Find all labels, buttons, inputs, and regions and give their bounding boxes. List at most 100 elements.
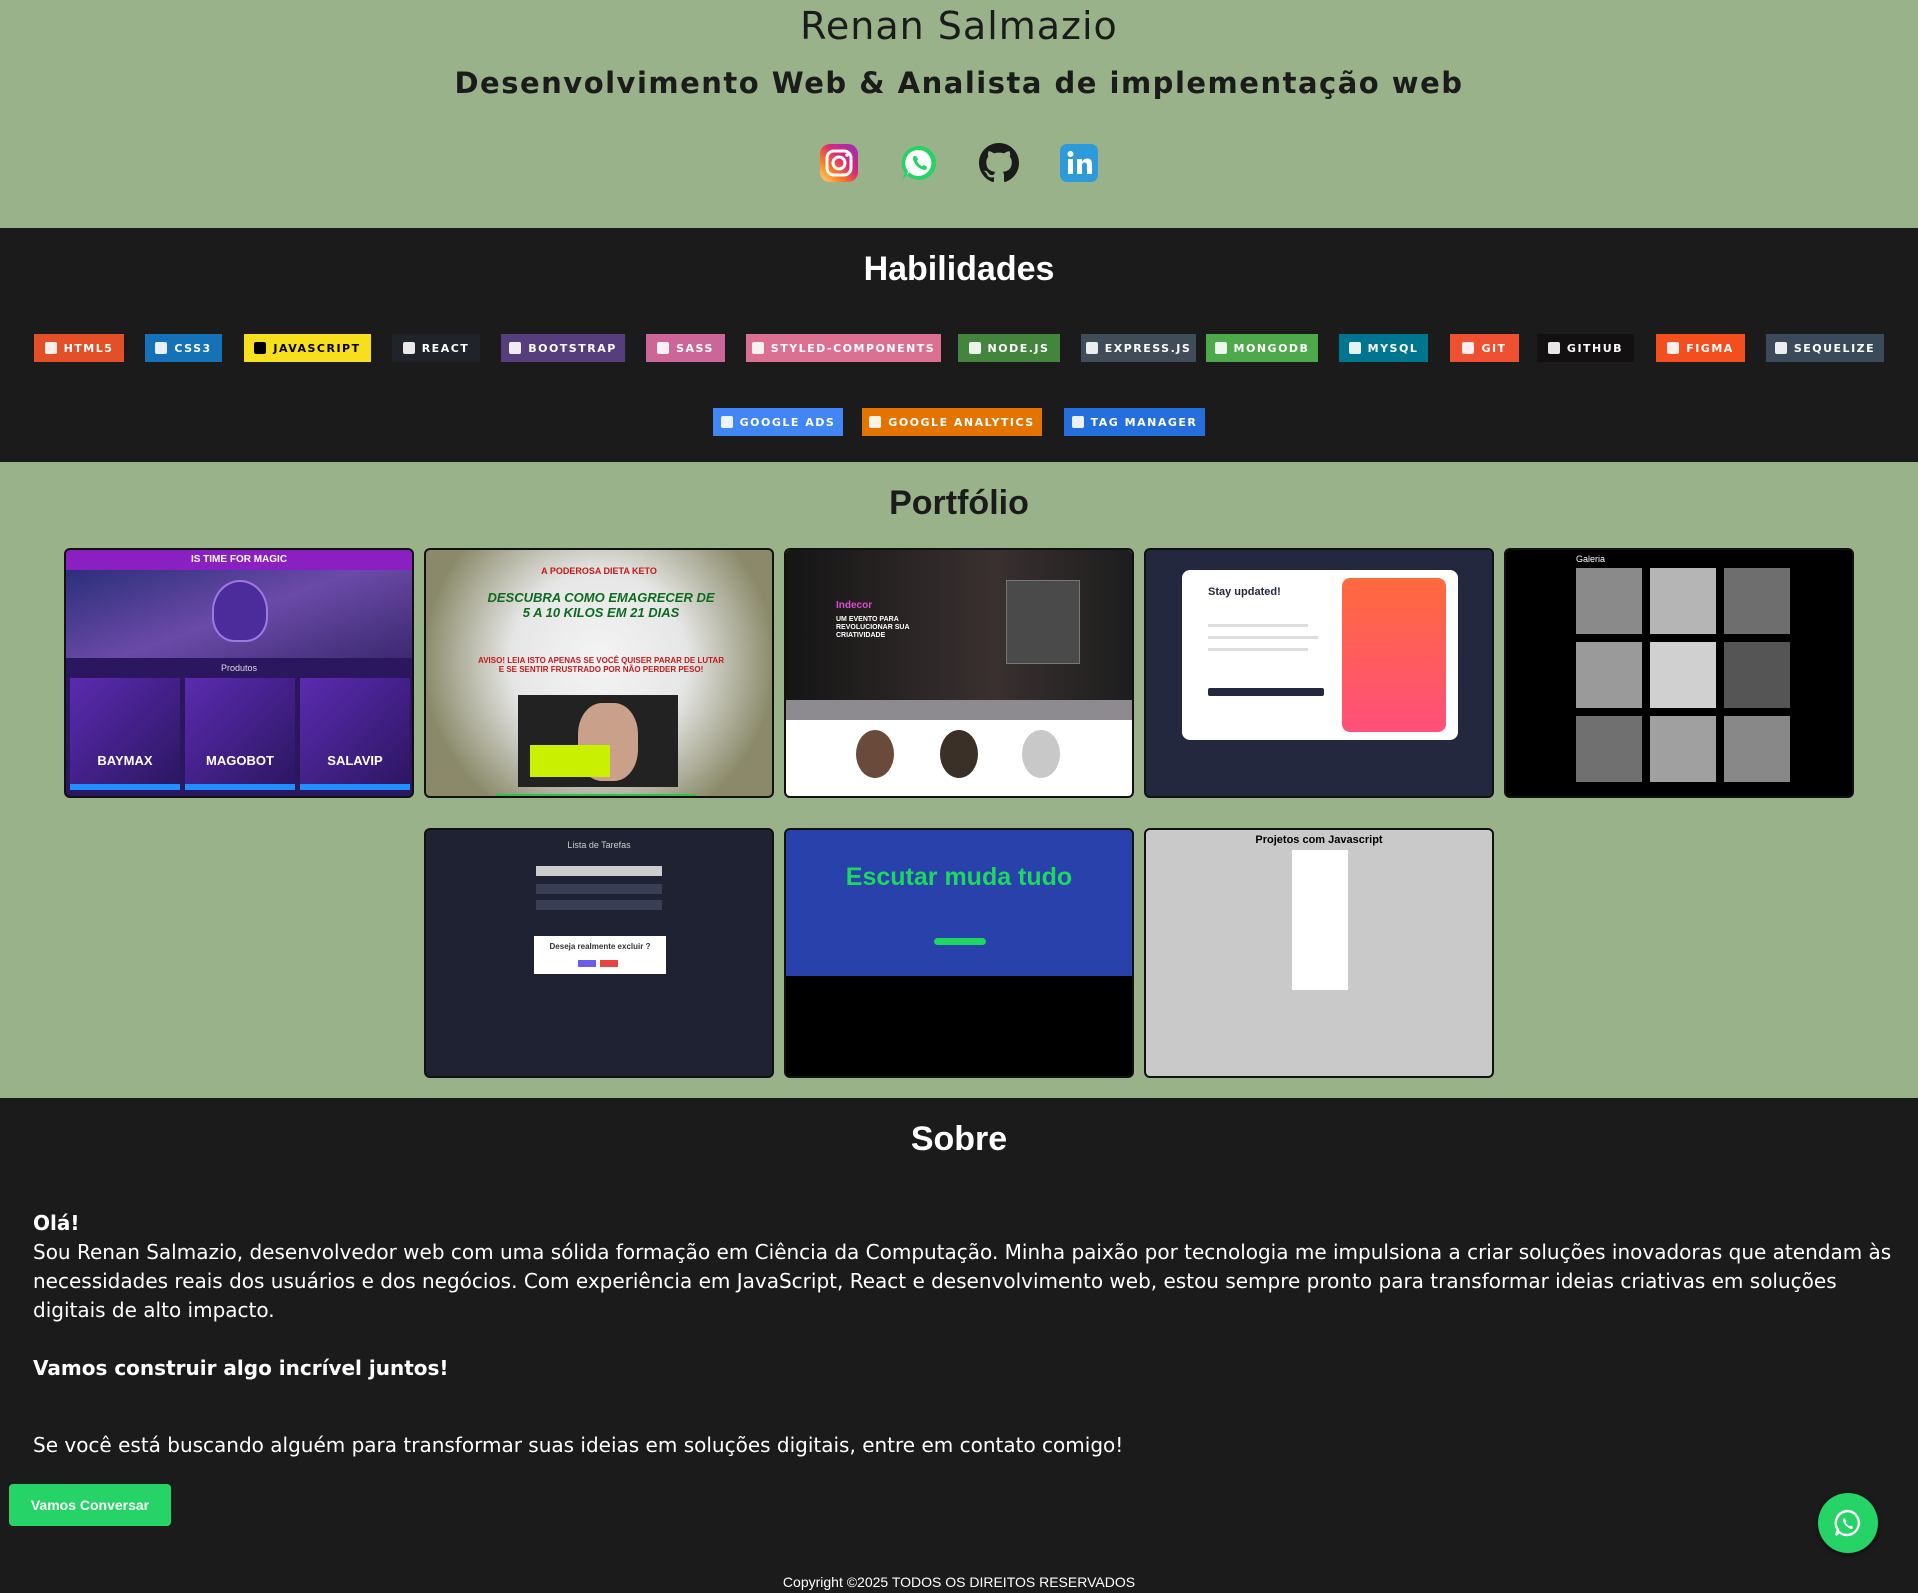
skill-badge-html5: HTML5: [34, 334, 124, 362]
skill-badge-react: REACT: [392, 334, 480, 362]
node-js-icon: [968, 342, 981, 354]
html5-icon: [44, 342, 57, 354]
google-ads-icon: [720, 416, 733, 428]
portfolio-title: Portfólio: [889, 484, 1029, 522]
skill-badge-label: JAVASCRIPT: [273, 341, 361, 355]
thumb-title: Lista de Tarefas: [567, 840, 631, 850]
thumb-title: Galeria: [1576, 554, 1606, 564]
tag-manager-icon: [1071, 416, 1084, 428]
about-contact: Se você está buscando alguém para transf…: [33, 1433, 1124, 1457]
thumb-hero: Escutar muda tudo: [786, 830, 1132, 976]
thumb-dialog: Deseja realmente excluir ?: [534, 936, 666, 974]
sass-icon: [657, 342, 670, 354]
thumb-gallery-grid: [1576, 568, 1790, 782]
about-section: Sobre Olá! Sou Renan Salmazio, desenvolv…: [0, 1098, 1918, 1593]
skill-badge-label: CSS3: [174, 341, 212, 355]
skill-badge-label: NODE.JS: [987, 341, 1050, 355]
whatsapp-link[interactable]: [899, 143, 939, 183]
skill-badge-label: GIT: [1481, 341, 1507, 355]
project-card-lista-de-tarefas[interactable]: Lista de Tarefas Deseja realmente exclui…: [424, 828, 774, 1078]
thumb-avatar-1: [856, 730, 894, 778]
project-card-projetos-javascript[interactable]: Projetos com Javascript: [1144, 828, 1494, 1078]
thumb-video: [518, 695, 678, 787]
product-tile-1: BAYMAX: [70, 678, 180, 790]
thumb-cta-bar: [496, 794, 696, 796]
skill-badge-label: HTML5: [63, 341, 114, 355]
about-tagline: Vamos construir algo incrível juntos!: [33, 1356, 449, 1380]
skill-badge-bootstrap: BOOTSTRAP: [501, 334, 625, 362]
skill-badge-label: STYLED-COMPONENTS: [770, 341, 936, 355]
github-icon: [979, 143, 1019, 183]
whatsapp-float-button[interactable]: [1818, 1493, 1878, 1553]
skill-badge-label: GOOGLE ANALYTICS: [888, 415, 1035, 429]
product-tile-3: SALAVIP: [300, 678, 410, 790]
github-icon: [1547, 342, 1560, 354]
skill-badge-label: SEQUELIZE: [1793, 341, 1876, 355]
skill-badge-figma: FIGMA: [1656, 334, 1745, 362]
git-icon: [1462, 342, 1475, 354]
css3-icon: [155, 342, 168, 354]
about-greeting: Olá!: [33, 1211, 80, 1235]
sequelize-icon: [1774, 342, 1787, 354]
skill-badge-label: MYSQL: [1367, 341, 1419, 355]
thumb-avatar-2: [940, 730, 978, 778]
skill-badge-git: GIT: [1450, 334, 1519, 362]
skill-badge-javascript: JAVASCRIPT: [244, 334, 371, 362]
skill-badge-label: SASS: [676, 341, 714, 355]
project-card-galeria[interactable]: Galeria: [1504, 548, 1854, 798]
javascript-icon: [254, 342, 267, 354]
skill-badge-tag-manager: TAG MANAGER: [1064, 408, 1205, 436]
linkedin-icon: [1060, 144, 1098, 182]
project-card-mago-dos-bits[interactable]: IS TIME FOR MAGIC Produtos BAYMAX MAGOBO…: [64, 548, 414, 798]
whatsapp-icon: [1834, 1509, 1861, 1537]
thumb-gray-band: [786, 700, 1132, 720]
thumb-warning: AVISO! LEIA ISTO APENAS SE VOCÊ QUISER P…: [478, 656, 724, 674]
skill-badge-mongodb: MONGODB: [1206, 334, 1318, 362]
portfolio-section: Portfólio IS TIME FOR MAGIC Produtos BAY…: [0, 462, 1918, 1098]
skill-badge-label: FIGMA: [1686, 341, 1734, 355]
project-card-indecor[interactable]: Indecor UM EVENTO PARA REVOLUCIONAR SUA …: [784, 548, 1134, 798]
instagram-icon: [820, 144, 858, 182]
thumb-banner: IS TIME FOR MAGIC: [66, 550, 412, 570]
github-link[interactable]: [979, 143, 1019, 183]
contact-button[interactable]: Vamos Conversar: [9, 1484, 171, 1526]
whatsapp-icon: [901, 145, 937, 180]
project-card-dieta-keto[interactable]: A PODEROSA DIETA KETO DESCUBRA COMO EMAG…: [424, 548, 774, 798]
skill-badge-label: GITHUB: [1566, 341, 1624, 355]
project-card-stay-updated[interactable]: Stay updated!: [1144, 548, 1494, 798]
thumb-hero: [66, 570, 412, 658]
skill-badge-express-js: EXPRESS.JS: [1081, 334, 1196, 362]
thumb-list: [1292, 850, 1348, 990]
skills-section: Habilidades HTML5 CSS3 JAVASCRIPT REACT BOOT…: [0, 228, 1918, 462]
about-intro: Sou Renan Salmazio, desenvolvedor web co…: [33, 1240, 1892, 1322]
social-links: [0, 143, 1918, 183]
product-tile-2: MAGOBOT: [185, 678, 295, 790]
mongodb-icon: [1214, 342, 1227, 354]
mysql-icon: [1348, 342, 1361, 354]
instagram-link[interactable]: [819, 143, 859, 183]
thumb-avatar-3: [1022, 730, 1060, 778]
skills-title: Habilidades: [863, 250, 1055, 288]
skill-badge-google-ads: GOOGLE ADS: [713, 408, 843, 436]
skill-badge-label: MONGODB: [1233, 341, 1310, 355]
skill-badge-label: BOOTSTRAP: [528, 341, 617, 355]
figma-icon: [1667, 342, 1680, 354]
thumb-banner: A PODEROSA DIETA KETO: [541, 566, 657, 576]
skill-badge-sequelize: SEQUELIZE: [1766, 334, 1884, 362]
copyright-text: Copyright ©2025 TODOS OS DIREITOS RESERV…: [782, 1574, 1136, 1590]
linkedin-link[interactable]: [1059, 143, 1099, 183]
page-subtitle: Desenvolvimento Web & Analista de implem…: [454, 66, 1464, 100]
page-header: Renan Salmazio Desenvolvimento Web & Ana…: [0, 0, 1918, 228]
thumb-title: Projetos com Javascript: [1255, 834, 1383, 846]
styled-components-icon: [751, 342, 764, 354]
thumb-hero: Indecor UM EVENTO PARA REVOLUCIONAR SUA …: [786, 550, 1132, 700]
project-card-spotify[interactable]: Escutar muda tudo: [784, 828, 1134, 1078]
skill-badge-node-js: NODE.JS: [958, 334, 1060, 362]
skill-badge-label: REACT: [421, 341, 470, 355]
thumb-panel: Stay updated!: [1182, 570, 1458, 740]
skill-badge-mysql: MYSQL: [1339, 334, 1428, 362]
skill-badge-label: EXPRESS.JS: [1104, 341, 1192, 355]
thumb-headline: DESCUBRA COMO EMAGRECER DE 5 A 10 KILOS …: [487, 590, 715, 620]
express-js-icon: [1085, 342, 1098, 354]
thumb-subtitle: Produtos: [220, 663, 258, 673]
